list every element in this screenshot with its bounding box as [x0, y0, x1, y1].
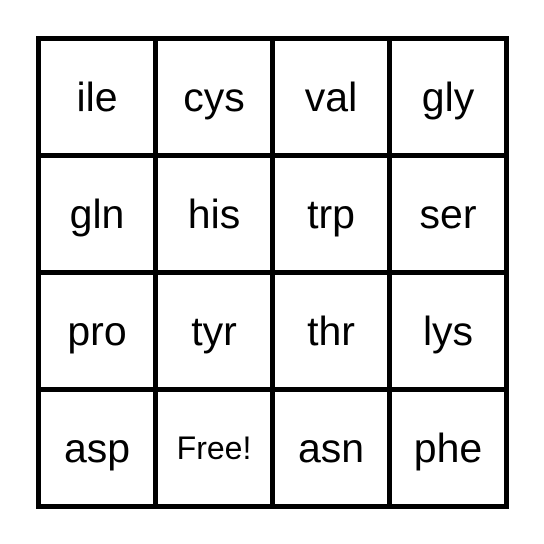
- bingo-cell: gly: [421, 73, 475, 120]
- bingo-cell: pro: [67, 307, 127, 354]
- bingo-cell: asn: [297, 424, 365, 471]
- grid-line-horizontal: [36, 504, 509, 509]
- bingo-cell: cys: [183, 73, 245, 120]
- bingo-cell: lys: [422, 307, 474, 354]
- bingo-cell: gln: [69, 190, 125, 237]
- bingo-cell: ser: [419, 190, 477, 237]
- bingo-cell: tyr: [191, 307, 237, 354]
- bingo-cell: val: [304, 73, 358, 120]
- bingo-cell: asp: [63, 424, 131, 471]
- free-space-cell: Free!: [176, 429, 252, 466]
- bingo-cell: thr: [307, 307, 355, 354]
- bingo-card: ile cys val gly gln his trp ser pro tyr thr lys asp F…: [36, 36, 509, 509]
- bingo-cell: trp: [307, 190, 355, 237]
- bingo-cell: phe: [413, 424, 483, 471]
- grid-line-vertical: [504, 36, 509, 509]
- bingo-cell: his: [187, 190, 241, 237]
- bingo-cell: ile: [76, 73, 118, 120]
